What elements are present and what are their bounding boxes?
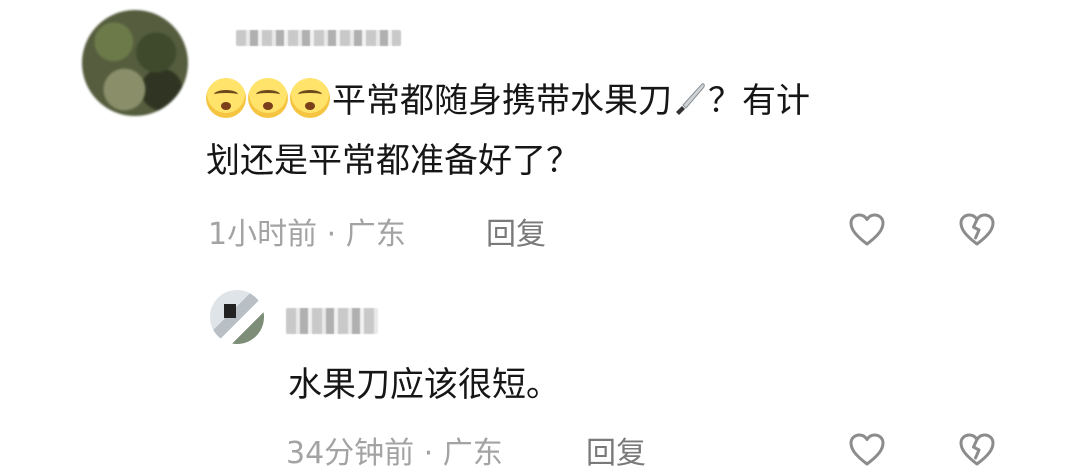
commenter-name-blurred[interactable]: [236, 30, 401, 46]
comment-location: 广东: [345, 217, 406, 252]
sleepy-face-emoji: [206, 78, 246, 118]
meta-separator: ·: [414, 436, 443, 471]
kitchen-knife-emoji: [672, 75, 708, 115]
comment-text-part2: ？有计: [708, 81, 810, 121]
broken-heart-icon[interactable]: [957, 210, 997, 250]
comment-text: 平常都随身携带水果刀 ？有计划还是平常都准备好了？: [206, 71, 1006, 191]
comment-meta: 1小时前 · 广东: [208, 209, 406, 253]
commenter-avatar[interactable]: [82, 10, 188, 116]
comment-text-line2: 划还是平常都准备好了？: [206, 141, 580, 181]
sleepy-face-emoji: [248, 78, 288, 118]
sleepy-face-emoji: [290, 78, 330, 118]
reply-button[interactable]: 回复: [486, 209, 546, 253]
reply-time: 34分钟前: [286, 436, 415, 471]
heart-outline-icon[interactable]: [847, 430, 887, 470]
replier-avatar[interactable]: [210, 290, 264, 344]
replier-name-blurred[interactable]: [286, 308, 378, 334]
heart-outline-icon[interactable]: [847, 210, 887, 250]
reply-text: 水果刀应该很短。: [288, 365, 560, 405]
broken-heart-icon[interactable]: [957, 430, 997, 470]
comment-time: 1小时前: [208, 217, 318, 252]
meta-separator: ·: [317, 217, 346, 252]
reply-reply-button[interactable]: 回复: [586, 428, 646, 472]
reply-meta: 34分钟前 · 广东: [286, 428, 503, 472]
reply-location: 广东: [442, 436, 503, 471]
comment-text-part1: 平常都随身携带水果刀: [332, 81, 672, 121]
